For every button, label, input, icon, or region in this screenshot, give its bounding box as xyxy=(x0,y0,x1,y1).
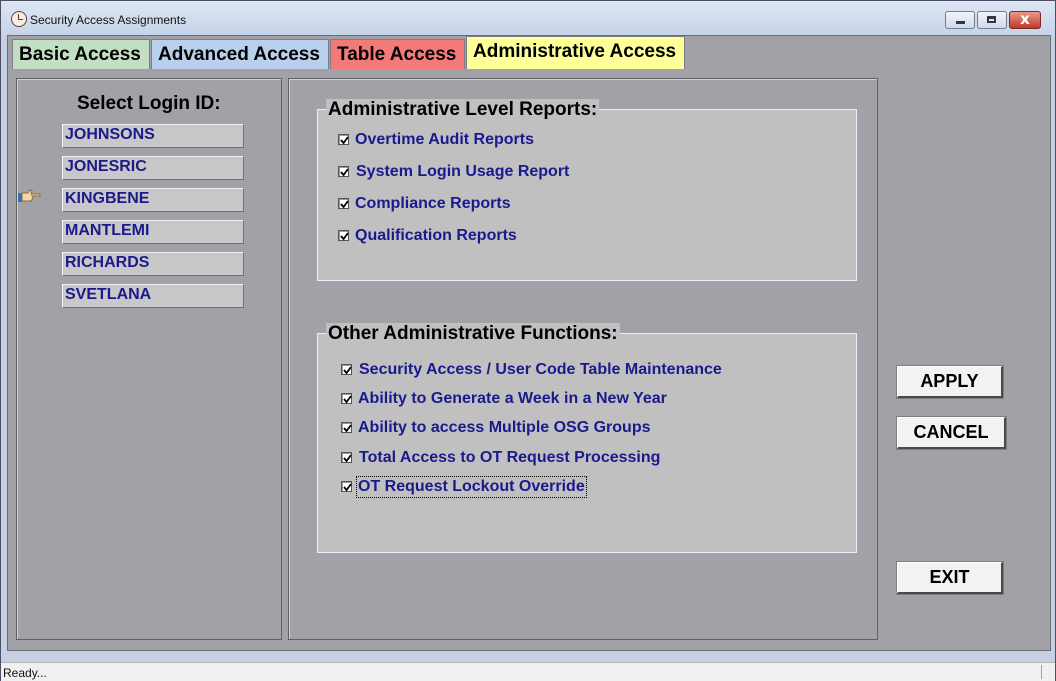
window-title: Security Access Assignments xyxy=(30,13,187,27)
table-maintenance-label[interactable]: Security Access / User Code Table Mainte… xyxy=(359,361,722,379)
qualification-label[interactable]: Qualification Reports xyxy=(355,227,517,245)
checkmark-icon xyxy=(340,168,349,177)
checkmark-icon xyxy=(340,232,349,241)
app-window: Security Access Assignments x Basic Acce… xyxy=(0,0,1056,681)
login-id-item[interactable]: SVETLANA xyxy=(62,284,244,308)
tab-administrative-access[interactable]: Administrative Access xyxy=(466,36,685,69)
checkmark-icon xyxy=(343,395,352,404)
login-id-item[interactable]: JONESRIC xyxy=(62,156,244,180)
pointing-hand-icon xyxy=(18,189,41,202)
ot-request-processing-checkbox[interactable] xyxy=(341,452,352,463)
reports-group-title: Administrative Level Reports: xyxy=(326,99,600,121)
checkmark-icon xyxy=(343,454,352,463)
multiple-osg-label[interactable]: Ability to access Multiple OSG Groups xyxy=(358,419,651,437)
functions-group-title: Other Administrative Functions: xyxy=(326,323,620,345)
lockout-override-label[interactable]: OT Request Lockout Override xyxy=(356,476,587,498)
maximize-icon xyxy=(987,16,996,23)
checkmark-icon xyxy=(340,200,349,209)
overtime-audit-checkbox[interactable] xyxy=(338,134,349,145)
login-id-item-selected[interactable]: KINGBENE xyxy=(62,188,244,212)
select-login-heading: Select Login ID: xyxy=(77,93,221,114)
minimize-icon xyxy=(956,21,965,24)
clock-icon xyxy=(11,11,27,27)
login-id-item[interactable]: RICHARDS xyxy=(62,252,244,276)
title-bar[interactable]: Security Access Assignments x xyxy=(1,1,1055,37)
checkmark-icon xyxy=(343,424,352,433)
status-text: Ready... xyxy=(3,666,47,680)
login-id-item[interactable]: MANTLEMI xyxy=(62,220,244,244)
status-divider xyxy=(1041,665,1042,679)
tab-basic-access[interactable]: Basic Access xyxy=(12,39,150,69)
lockout-override-checkbox[interactable] xyxy=(341,481,352,492)
tab-table-access[interactable]: Table Access xyxy=(330,39,465,69)
checkmark-icon xyxy=(343,366,352,375)
close-button[interactable]: x xyxy=(1009,10,1041,29)
table-maintenance-checkbox[interactable] xyxy=(341,364,352,375)
checkmark-icon xyxy=(340,136,349,145)
window-controls: x xyxy=(943,10,1041,29)
close-icon: x xyxy=(1020,10,1030,28)
ot-request-processing-label[interactable]: Total Access to OT Request Processing xyxy=(359,449,660,467)
login-id-item[interactable]: JOHNSONS xyxy=(62,124,244,148)
qualification-checkbox[interactable] xyxy=(338,230,349,241)
login-usage-checkbox[interactable] xyxy=(338,166,349,177)
generate-week-label[interactable]: Ability to Generate a Week in a New Year xyxy=(358,390,667,408)
maximize-button[interactable] xyxy=(977,11,1007,29)
generate-week-checkbox[interactable] xyxy=(341,393,352,404)
status-bar: Ready... xyxy=(1,662,1055,681)
multiple-osg-checkbox[interactable] xyxy=(341,422,352,433)
overtime-audit-label[interactable]: Overtime Audit Reports xyxy=(355,131,534,149)
apply-button[interactable]: APPLY xyxy=(897,366,1003,398)
compliance-label[interactable]: Compliance Reports xyxy=(355,195,511,213)
client-area: Basic Access Advanced Access Table Acces… xyxy=(7,35,1051,651)
tab-advanced-access[interactable]: Advanced Access xyxy=(151,39,329,69)
checkmark-icon xyxy=(343,483,352,492)
exit-button[interactable]: EXIT xyxy=(897,562,1003,594)
minimize-button[interactable] xyxy=(945,11,975,29)
cancel-button[interactable]: CANCEL xyxy=(897,417,1006,449)
compliance-checkbox[interactable] xyxy=(338,198,349,209)
login-usage-label[interactable]: System Login Usage Report xyxy=(356,163,569,181)
